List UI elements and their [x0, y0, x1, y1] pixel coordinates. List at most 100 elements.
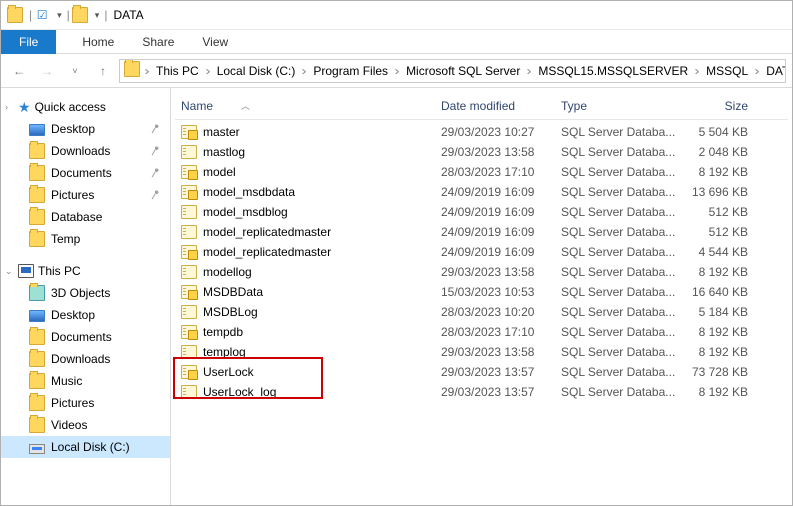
table-row[interactable]: templog29/03/2023 13:58SQL Server Databa…	[175, 342, 788, 362]
table-row[interactable]: model_replicatedmaster24/09/2019 16:09SQ…	[175, 222, 788, 242]
sidebar: › ★ Quick access Desktop Downloads Documen…	[1, 88, 171, 505]
file-type: SQL Server Databa...	[561, 225, 676, 239]
sidebar-item[interactable]: Videos	[1, 414, 170, 436]
sidebar-item-label: Documents	[51, 166, 112, 180]
file-tab[interactable]: File	[1, 30, 56, 54]
crumb-sql-server[interactable]: Microsoft SQL Server	[404, 64, 522, 78]
sidebar-item[interactable]: Pictures	[1, 184, 170, 206]
folder-icon	[29, 395, 45, 411]
file-size: 512 KB	[676, 225, 756, 239]
file-name: model	[203, 165, 236, 179]
back-button[interactable]: ←	[7, 59, 31, 83]
sidebar-item[interactable]: Database	[1, 206, 170, 228]
table-row[interactable]: MSDBLog28/03/2023 10:20SQL Server Databa…	[175, 302, 788, 322]
file-name: model_msdblog	[203, 205, 288, 219]
chevron-down-icon[interactable]: ⌄	[5, 266, 14, 277]
sidebar-this-pc[interactable]: ⌄ This PC	[1, 260, 170, 282]
sidebar-item-label: 3D Objects	[51, 286, 110, 300]
star-icon: ★	[18, 99, 31, 116]
chevron-right-icon[interactable]: ›	[201, 64, 214, 78]
file-date: 28/03/2023 17:10	[441, 165, 561, 179]
sidebar-item[interactable]: Downloads	[1, 348, 170, 370]
sidebar-item[interactable]: Documents	[1, 162, 170, 184]
sidebar-item[interactable]: Pictures	[1, 392, 170, 414]
crumb-mssql[interactable]: MSSQL	[704, 64, 750, 78]
file-type: SQL Server Databa...	[561, 345, 676, 359]
file-type: SQL Server Databa...	[561, 145, 676, 159]
sidebar-item[interactable]: Temp	[1, 228, 170, 250]
pc-icon	[18, 264, 34, 278]
desktop-icon	[29, 310, 45, 322]
sidebar-item-label: Local Disk (C:)	[51, 440, 130, 454]
sidebar-item[interactable]: Desktop	[1, 304, 170, 326]
file-size: 8 192 KB	[676, 345, 756, 359]
qat-dropdown-icon[interactable]: ▾	[54, 10, 65, 21]
forward-button[interactable]: →	[35, 59, 59, 83]
database-file-icon	[181, 185, 197, 199]
recent-dropdown-icon[interactable]: ˅	[63, 59, 87, 83]
sidebar-item-label: Downloads	[51, 144, 110, 158]
folder-icon	[29, 417, 45, 433]
chevron-right-icon[interactable]: ›	[141, 64, 154, 78]
table-row[interactable]: model_msdbdata24/09/2019 16:09SQL Server…	[175, 182, 788, 202]
table-row[interactable]: model_replicatedmaster24/09/2019 16:09SQ…	[175, 242, 788, 262]
col-name[interactable]: Name ︿	[181, 99, 441, 113]
chevron-right-icon[interactable]: ›	[5, 102, 14, 112]
col-date[interactable]: Date modified	[441, 99, 561, 113]
sidebar-item[interactable]: 3D Objects	[1, 282, 170, 304]
column-headers: Name ︿ Date modified Type Size	[175, 92, 788, 120]
crumb-this-pc[interactable]: This PC	[154, 64, 201, 78]
crumb-data[interactable]: DATA	[764, 64, 786, 78]
file-date: 24/09/2019 16:09	[441, 205, 561, 219]
tab-home[interactable]: Home	[68, 30, 128, 54]
chevron-right-icon[interactable]: ›	[391, 64, 404, 78]
file-size: 8 192 KB	[676, 265, 756, 279]
sidebar-item-label: Downloads	[51, 352, 110, 366]
col-size[interactable]: Size	[676, 99, 756, 113]
chevron-right-icon[interactable]: ›	[751, 64, 764, 78]
sidebar-item[interactable]: Local Disk (C:)	[1, 436, 170, 458]
table-row[interactable]: modellog29/03/2023 13:58SQL Server Datab…	[175, 262, 788, 282]
table-row[interactable]: UserLock_log29/03/2023 13:57SQL Server D…	[175, 382, 788, 402]
crumb-local-disk[interactable]: Local Disk (C:)	[215, 64, 298, 78]
col-type[interactable]: Type	[561, 99, 676, 113]
sidebar-item[interactable]: Music	[1, 370, 170, 392]
tab-share[interactable]: Share	[128, 30, 188, 54]
database-file-icon	[181, 345, 197, 359]
table-row[interactable]: mastlog29/03/2023 13:58SQL Server Databa…	[175, 142, 788, 162]
table-row[interactable]: MSDBData15/03/2023 10:53SQL Server Datab…	[175, 282, 788, 302]
crumb-program-files[interactable]: Program Files	[311, 64, 390, 78]
sidebar-item[interactable]: Desktop	[1, 118, 170, 140]
address-bar[interactable]: › This PC › Local Disk (C:) › Program Fi…	[119, 59, 786, 83]
sidebar-item[interactable]: Downloads	[1, 140, 170, 162]
folder-icon	[29, 351, 45, 367]
file-type: SQL Server Databa...	[561, 165, 676, 179]
chevron-right-icon[interactable]: ›	[691, 64, 704, 78]
table-row[interactable]: UserLock29/03/2023 13:57SQL Server Datab…	[175, 362, 788, 382]
checkbox-icon[interactable]: ☑	[34, 7, 50, 23]
chevron-right-icon[interactable]: ›	[298, 64, 311, 78]
sidebar-item[interactable]: Documents	[1, 326, 170, 348]
database-file-icon	[181, 145, 197, 159]
file-type: SQL Server Databa...	[561, 285, 676, 299]
file-date: 29/03/2023 13:58	[441, 345, 561, 359]
database-file-icon	[181, 165, 197, 179]
separator: |	[104, 8, 107, 22]
file-size: 8 192 KB	[676, 325, 756, 339]
table-row[interactable]: tempdb28/03/2023 17:10SQL Server Databa.…	[175, 322, 788, 342]
table-row[interactable]: model_msdblog24/09/2019 16:09SQL Server …	[175, 202, 788, 222]
tab-view[interactable]: View	[188, 30, 242, 54]
up-button[interactable]: ↑	[91, 59, 115, 83]
file-tab-label: File	[19, 35, 38, 49]
file-date: 24/09/2019 16:09	[441, 245, 561, 259]
crumb-instance[interactable]: MSSQL15.MSSQLSERVER	[536, 64, 690, 78]
file-name: UserLock	[203, 365, 254, 379]
title-dropdown-icon[interactable]: ▾	[92, 10, 103, 21]
chevron-right-icon[interactable]: ›	[523, 64, 536, 78]
table-row[interactable]: master29/03/2023 10:27SQL Server Databa.…	[175, 122, 788, 142]
file-date: 29/03/2023 13:57	[441, 365, 561, 379]
sidebar-quick-access[interactable]: › ★ Quick access	[1, 96, 170, 118]
folder-icon	[124, 61, 140, 80]
file-size: 5 184 KB	[676, 305, 756, 319]
table-row[interactable]: model 28/03/2023 17:10SQL Server Databa..…	[175, 162, 788, 182]
